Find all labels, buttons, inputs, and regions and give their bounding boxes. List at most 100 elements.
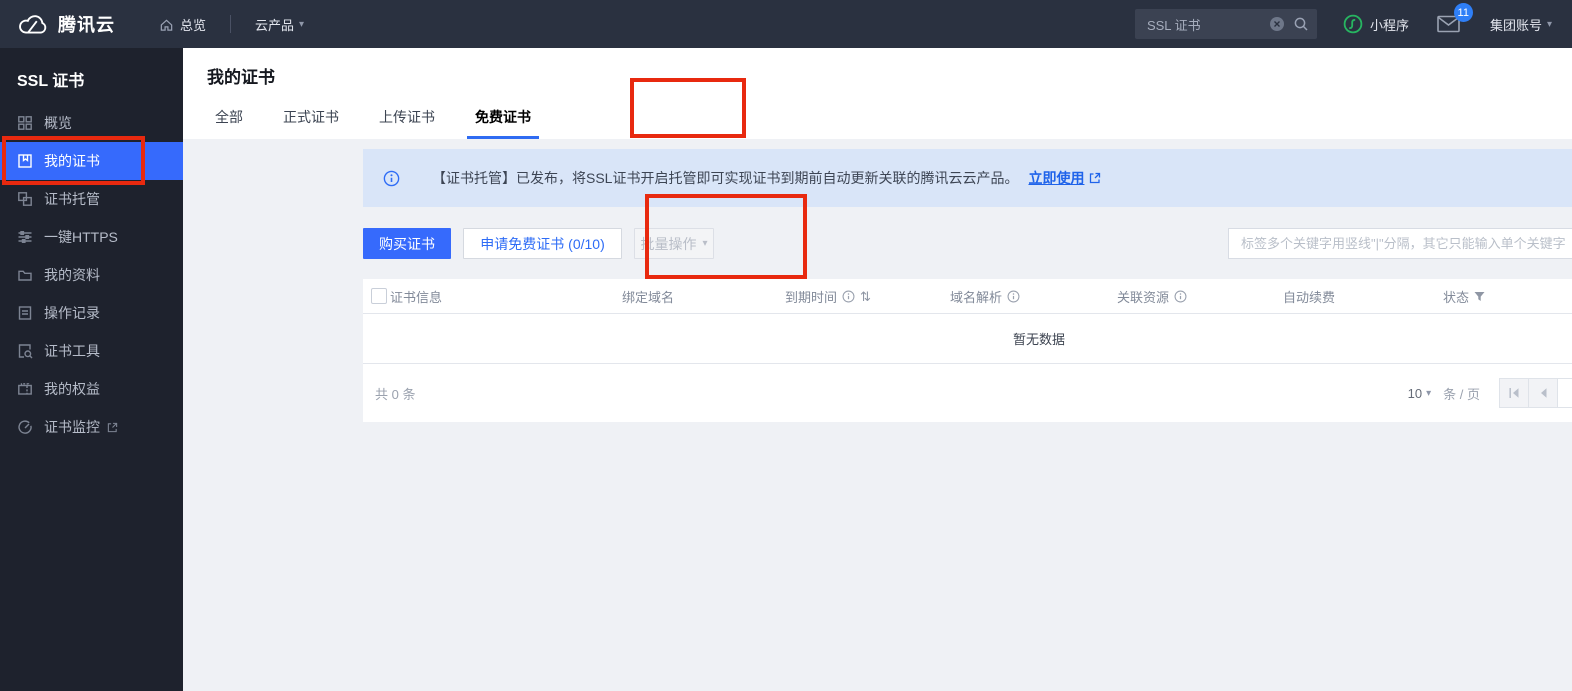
clear-icon[interactable] [1269, 16, 1285, 32]
table-header-row: 证书信息 绑定域名 到期时间 [363, 279, 1572, 314]
document-search-icon [17, 343, 33, 359]
select-all-checkbox[interactable] [371, 288, 387, 304]
account-menu[interactable]: 集团账号 ▾ [1490, 15, 1552, 34]
banner-text: 【证书托管】已发布，将SSL证书开启托管即可实现证书到期前自动更新关联的腾讯云云… [432, 168, 1018, 188]
sidebar-item-my-benefits[interactable]: 我的权益 [0, 370, 183, 408]
sidebar: SSL 证书 概览 我的证书 证书托管 [0, 48, 183, 691]
sidebar-item-operation-log[interactable]: 操作记录 [0, 294, 183, 332]
chevron-down-icon: ▾ [702, 238, 707, 249]
brand-name[interactable]: 腾讯云 [58, 11, 115, 37]
select-all-cell [363, 288, 390, 304]
sidebar-item-cert-tools[interactable]: 证书工具 [0, 332, 183, 370]
folder-icon [17, 267, 33, 283]
sidebar-item-label: 我的证书 [44, 151, 100, 171]
sidebar-item-label: 证书监控 [44, 417, 100, 437]
notification-badge: 11 [1454, 3, 1473, 22]
batch-actions-label: 批量操作 [640, 234, 696, 254]
info-icon [383, 170, 400, 187]
ticket-icon [17, 381, 33, 397]
messages-button[interactable]: 11 [1437, 15, 1460, 33]
sidebar-item-label: 操作记录 [44, 303, 100, 323]
tab-formal-certs[interactable]: 正式证书 [283, 96, 339, 139]
sort-icon[interactable]: ⇅ [860, 290, 871, 303]
content-header: 我的证书 全部 正式证书 上传证书 免费证书 [183, 48, 1572, 139]
column-label: 自动续费 [1283, 287, 1335, 306]
nav-cloud-products-label: 云产品 [255, 15, 294, 34]
sidebar-title: SSL 证书 [0, 48, 183, 104]
column-label: 证书信息 [390, 287, 442, 306]
column-auto-renew: 自动续费 [1283, 287, 1443, 306]
external-link-icon [107, 422, 118, 433]
mini-program-entry[interactable]: 小程序 [1343, 14, 1409, 34]
certificates-table: 证书信息 绑定域名 到期时间 [363, 279, 1572, 422]
nav-overview-label: 总览 [180, 15, 206, 34]
info-icon[interactable] [1007, 290, 1020, 303]
info-banner: 【证书托管】已发布，将SSL证书开启托管即可实现证书到期前自动更新关联的腾讯云云… [363, 149, 1572, 207]
topbar-left: 腾讯云 总览 云产品 ▾ [0, 11, 304, 37]
sidebar-item-cert-hosting[interactable]: 证书托管 [0, 180, 183, 218]
sidebar-item-label: 一键HTTPS [44, 227, 118, 247]
column-label: 绑定域名 [622, 287, 674, 306]
topbar-search-input[interactable] [1147, 17, 1261, 32]
column-bound-domain: 绑定域名 [622, 287, 785, 306]
tab-free-certs[interactable]: 免费证书 [475, 96, 531, 139]
prev-page-button[interactable] [1528, 378, 1558, 408]
sidebar-item-label: 我的权益 [44, 379, 100, 399]
pagination: 共 0 条 10 ▾ 条 / 页 [363, 364, 1572, 422]
grid-icon [17, 115, 33, 131]
filter-funnel-icon[interactable] [1474, 291, 1485, 302]
column-label: 域名解析 [950, 287, 1002, 306]
certificate-icon [17, 153, 33, 169]
topbar-search[interactable] [1135, 9, 1317, 39]
nav-cloud-products[interactable]: 云产品 ▾ [255, 15, 304, 34]
sidebar-item-cert-monitor[interactable]: 证书监控 [0, 408, 183, 446]
apply-free-cert-button[interactable]: 申请免费证书 (0/10) [463, 228, 622, 259]
home-icon [159, 17, 174, 32]
tab-all[interactable]: 全部 [215, 96, 243, 139]
nav-overview[interactable]: 总览 [159, 15, 206, 34]
external-link-icon [1089, 172, 1101, 184]
pagination-controls: 10 ▾ 条 / 页 [1408, 378, 1572, 408]
total-count: 共 0 条 [375, 384, 415, 403]
hosting-icon [17, 191, 33, 207]
sidebar-item-one-click-https[interactable]: 一键HTTPS [0, 218, 183, 256]
column-status: 状态 [1443, 287, 1572, 306]
page-size-select[interactable]: 10 ▾ [1408, 386, 1432, 401]
tencent-cloud-logo-icon[interactable] [16, 12, 50, 37]
buy-cert-button[interactable]: 购买证书 [363, 228, 451, 259]
page-title: 我的证书 [183, 48, 1572, 88]
content-wrapper: 【证书托管】已发布，将SSL证书开启托管即可实现证书到期前自动更新关联的腾讯云云… [363, 149, 1572, 422]
chevron-down-icon: ▾ [1547, 19, 1552, 30]
info-icon[interactable] [842, 290, 855, 303]
column-label: 到期时间 [785, 287, 837, 306]
column-domain-resolution: 域名解析 [950, 287, 1117, 306]
document-icon [17, 305, 33, 321]
topbar: 腾讯云 总览 云产品 ▾ [0, 0, 1572, 48]
column-associated-resources: 关联资源 [1117, 287, 1283, 306]
batch-actions-button[interactable]: 批量操作 ▾ [634, 228, 714, 259]
tabs: 全部 正式证书 上传证书 免费证书 [215, 96, 571, 139]
sidebar-item-label: 我的资料 [44, 265, 100, 285]
tab-label: 上传证书 [379, 109, 435, 125]
sidebar-item-label: 概览 [44, 113, 72, 133]
mini-program-label: 小程序 [1370, 15, 1409, 34]
topbar-right: 小程序 11 集团账号 ▾ [1135, 9, 1572, 39]
tag-filter-input[interactable] [1228, 228, 1572, 259]
empty-state: 暂无数据 [363, 314, 1572, 364]
gauge-icon [17, 419, 33, 435]
info-icon[interactable] [1174, 290, 1187, 303]
search-icon[interactable] [1293, 16, 1309, 32]
column-label: 状态 [1443, 287, 1469, 306]
sidebar-item-label: 证书工具 [44, 341, 100, 361]
tab-label: 全部 [215, 109, 243, 125]
first-page-icon [1508, 387, 1520, 399]
sidebar-item-my-certificates[interactable]: 我的证书 [0, 142, 183, 180]
banner-link[interactable]: 立即使用 [1028, 168, 1084, 188]
sidebar-item-my-profile[interactable]: 我的资料 [0, 256, 183, 294]
page-size-value: 10 [1408, 386, 1422, 401]
current-page-box[interactable] [1557, 378, 1572, 408]
first-page-button[interactable] [1499, 378, 1529, 408]
chevron-down-icon: ▾ [299, 19, 304, 30]
sidebar-item-overview[interactable]: 概览 [0, 104, 183, 142]
tab-uploaded-certs[interactable]: 上传证书 [379, 96, 435, 139]
